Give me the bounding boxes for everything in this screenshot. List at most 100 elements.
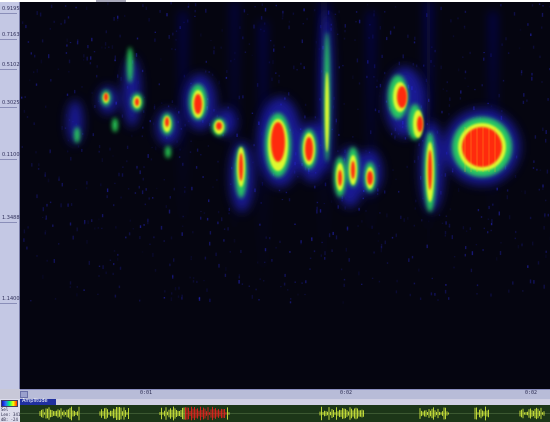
noise-speck — [124, 14, 126, 17]
noise-speck — [44, 174, 46, 177]
noise-speck — [361, 283, 363, 285]
noise-speck — [545, 254, 547, 259]
noise-speck — [74, 89, 76, 94]
noise-speck — [512, 281, 514, 285]
noise-speck — [64, 5, 67, 7]
noise-speck — [520, 70, 523, 73]
noise-speck — [294, 223, 296, 225]
noise-speck — [301, 282, 303, 284]
noise-speck — [83, 222, 86, 225]
noise-speck — [98, 275, 100, 277]
noise-speck — [533, 280, 535, 284]
noise-speck — [441, 110, 443, 114]
noise-speck — [163, 297, 166, 299]
noise-speck — [408, 258, 410, 262]
noise-speck — [195, 166, 198, 169]
noise-speck — [335, 122, 337, 125]
noise-speck — [143, 96, 146, 98]
noise-speck — [213, 50, 215, 55]
noise-speck — [125, 236, 127, 239]
noise-speck — [507, 52, 510, 54]
noise-speck — [394, 6, 397, 8]
noise-speck — [413, 41, 416, 44]
noise-speck — [306, 17, 308, 21]
noise-speck — [147, 220, 149, 225]
noise-speck — [83, 54, 85, 58]
noise-speck — [288, 20, 291, 23]
noise-speck — [192, 280, 195, 283]
noise-speck — [248, 43, 251, 45]
noise-speck — [116, 257, 119, 261]
noise-speck — [539, 55, 541, 58]
noise-speck — [181, 232, 183, 236]
noise-speck — [379, 95, 381, 97]
noise-speck — [109, 147, 111, 151]
noise-speck — [87, 220, 89, 225]
noise-speck — [320, 254, 322, 257]
noise-speck — [241, 283, 244, 285]
noise-speck — [258, 299, 260, 301]
noise-speck — [174, 287, 177, 291]
noise-speck — [69, 281, 72, 285]
noise-speck — [190, 256, 192, 258]
noise-speck — [42, 216, 44, 218]
noise-speck — [113, 204, 115, 207]
scroll-thumb-left[interactable] — [20, 391, 28, 398]
noise-speck — [97, 293, 99, 295]
noise-speck — [357, 225, 359, 227]
noise-speck — [49, 201, 52, 204]
noise-speck — [313, 9, 316, 12]
noise-speck — [221, 217, 223, 222]
noise-speck — [44, 230, 47, 232]
noise-speck — [288, 92, 290, 96]
noise-speck — [115, 226, 117, 229]
noise-speck — [114, 182, 116, 184]
noise-speck — [539, 169, 542, 171]
noise-speck — [94, 105, 96, 108]
noise-speck — [141, 251, 144, 253]
noise-speck — [200, 210, 202, 212]
noise-speck — [533, 160, 535, 163]
noise-speck — [357, 108, 359, 110]
noise-speck — [316, 201, 319, 204]
amplitude-side-panel: Sel Len: 341 dB: -24 — [0, 399, 21, 422]
noise-speck — [379, 212, 381, 214]
noise-speck — [49, 149, 51, 153]
noise-speck — [481, 84, 483, 87]
noise-speck — [518, 47, 521, 50]
spectrogram-view[interactable] — [20, 2, 550, 389]
noise-speck — [358, 19, 361, 24]
noise-speck — [168, 35, 170, 39]
noise-speck — [386, 36, 388, 41]
noise-speck — [38, 163, 40, 167]
noise-speck — [393, 26, 395, 29]
noise-speck — [108, 46, 110, 48]
noise-speck — [202, 176, 204, 178]
noise-speck — [239, 26, 241, 29]
noise-speck — [118, 285, 121, 289]
noise-speck — [217, 160, 219, 163]
noise-speck — [440, 6, 442, 11]
noise-speck — [542, 5, 544, 7]
noise-speck — [173, 258, 175, 262]
noise-speck — [288, 198, 291, 202]
noise-speck — [98, 145, 101, 148]
noise-speck — [476, 284, 479, 287]
noise-speck — [23, 238, 25, 242]
noise-speck — [419, 297, 422, 300]
noise-speck — [400, 215, 402, 219]
noise-speck — [212, 186, 214, 188]
noise-speck — [60, 203, 62, 208]
noise-speck — [395, 178, 397, 180]
noise-speck — [213, 46, 215, 50]
noise-speck — [471, 251, 474, 256]
noise-speck — [273, 48, 275, 52]
noise-speck — [487, 231, 489, 234]
noise-speck — [395, 290, 398, 294]
noise-speck — [96, 74, 98, 78]
noise-speck — [209, 298, 211, 303]
noise-speck — [411, 255, 414, 259]
time-label: 0:02 — [340, 390, 353, 396]
waveform-view[interactable] — [20, 405, 550, 422]
noise-speck — [238, 274, 241, 276]
